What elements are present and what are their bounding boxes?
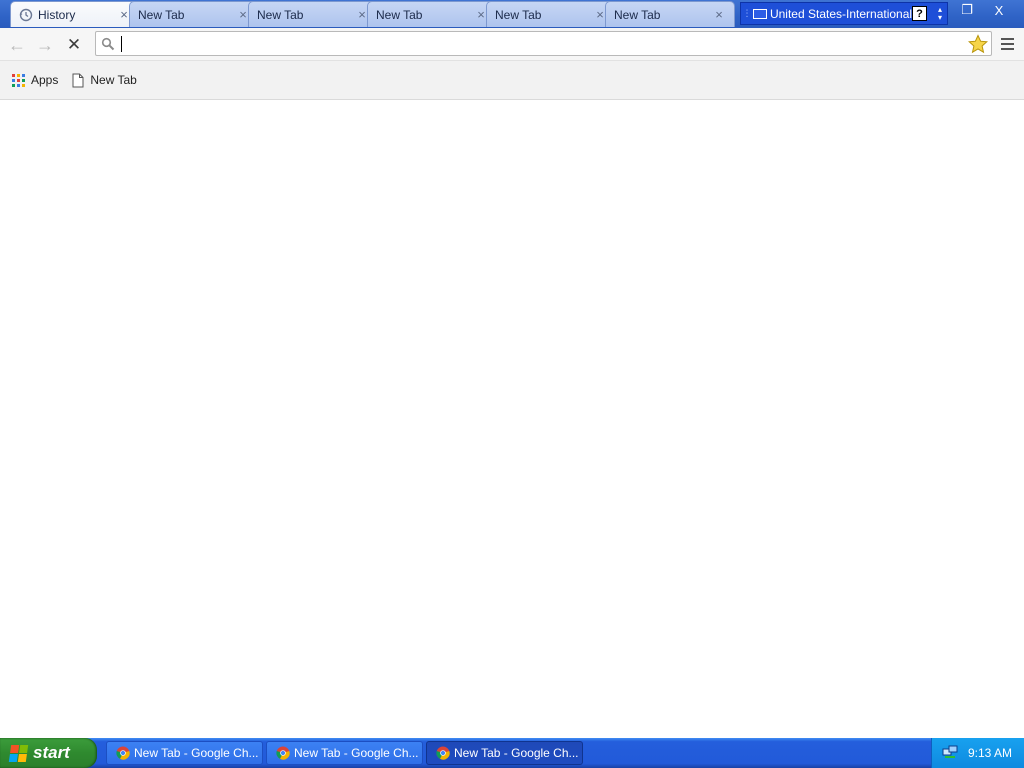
tab-title: History	[38, 7, 76, 22]
back-button[interactable]: ←	[5, 33, 29, 57]
bookmarks-bar: Apps New Tab	[0, 61, 1024, 100]
taskbar-item-label: New Tab - Google Ch...	[134, 746, 259, 760]
tab-new-tab[interactable]: New Tab ×	[248, 1, 378, 27]
close-window-button[interactable]: X	[982, 0, 1016, 20]
tab-new-tab[interactable]: New Tab ×	[367, 1, 497, 27]
restore-window-button[interactable]: ❐	[950, 0, 984, 20]
bookmark-star-icon[interactable]	[965, 33, 991, 54]
address-input[interactable]	[122, 33, 965, 54]
network-icon[interactable]	[942, 744, 958, 763]
taskbar-item-chrome[interactable]: New Tab - Google Ch...	[106, 741, 263, 765]
start-button[interactable]: start	[0, 738, 97, 768]
forward-button[interactable]: →	[33, 33, 57, 57]
page-content	[0, 100, 1024, 738]
language-bar[interactable]: ⋮ United States-International ? ▴ ▾	[740, 2, 948, 25]
stop-loading-button[interactable]: ✕	[62, 33, 86, 57]
tab-title: New Tab	[614, 7, 661, 22]
chrome-menu-button[interactable]	[996, 34, 1018, 54]
tab-history[interactable]: History ×	[10, 1, 140, 27]
menu-line	[1000, 43, 1014, 45]
omnibox[interactable]	[95, 31, 992, 56]
tab-title: New Tab	[257, 7, 304, 22]
search-icon	[96, 37, 120, 51]
tab-new-tab[interactable]: New Tab ×	[605, 1, 735, 27]
language-bar-label[interactable]: United States-International	[770, 7, 912, 21]
keyboard-icon	[752, 8, 767, 19]
chrome-icon	[436, 746, 450, 760]
tab-new-tab[interactable]: New Tab ×	[486, 1, 616, 27]
tab-title: New Tab	[138, 7, 185, 22]
windows-logo-icon	[8, 744, 29, 762]
bookmark-label: Apps	[31, 73, 59, 87]
help-icon[interactable]: ?	[912, 6, 928, 21]
tab-title: New Tab	[495, 7, 542, 22]
language-bar-grip-icon[interactable]: ⋮	[741, 3, 753, 24]
start-label: start	[33, 743, 70, 762]
windows-taskbar: start New Tab - Google Ch... New Tab - G…	[0, 738, 1024, 768]
apps-grid-icon	[12, 73, 25, 87]
bookmark-label: New Tab	[90, 73, 137, 87]
page-icon	[72, 73, 84, 88]
bookmark-apps[interactable]: Apps	[8, 68, 62, 92]
history-icon	[19, 8, 33, 22]
menu-line	[1000, 48, 1014, 50]
system-tray: 9:13 AM	[931, 738, 1024, 768]
language-bar-options-icon[interactable]: ▴ ▾	[933, 5, 947, 22]
chrome-icon	[116, 746, 130, 760]
clock[interactable]: 9:13 AM	[968, 746, 1012, 760]
tab-new-tab[interactable]: New Tab ×	[129, 1, 259, 27]
taskbar-item-label: New Tab - Google Ch...	[294, 746, 419, 760]
chrome-icon	[276, 746, 290, 760]
tab-strip: History × New Tab × New Tab × New Tab × …	[0, 0, 1024, 28]
tab-title: New Tab	[376, 7, 423, 22]
menu-line	[1000, 38, 1014, 40]
taskbar-item-label: New Tab - Google Ch...	[454, 746, 579, 760]
browser-toolbar: ← → ✕	[0, 28, 1024, 61]
tab-close-icon[interactable]: ×	[712, 7, 726, 22]
taskbar-item-chrome-active[interactable]: New Tab - Google Ch...	[426, 741, 583, 765]
taskbar-item-chrome[interactable]: New Tab - Google Ch...	[266, 741, 423, 765]
bookmark-new-tab[interactable]: New Tab	[68, 68, 140, 92]
